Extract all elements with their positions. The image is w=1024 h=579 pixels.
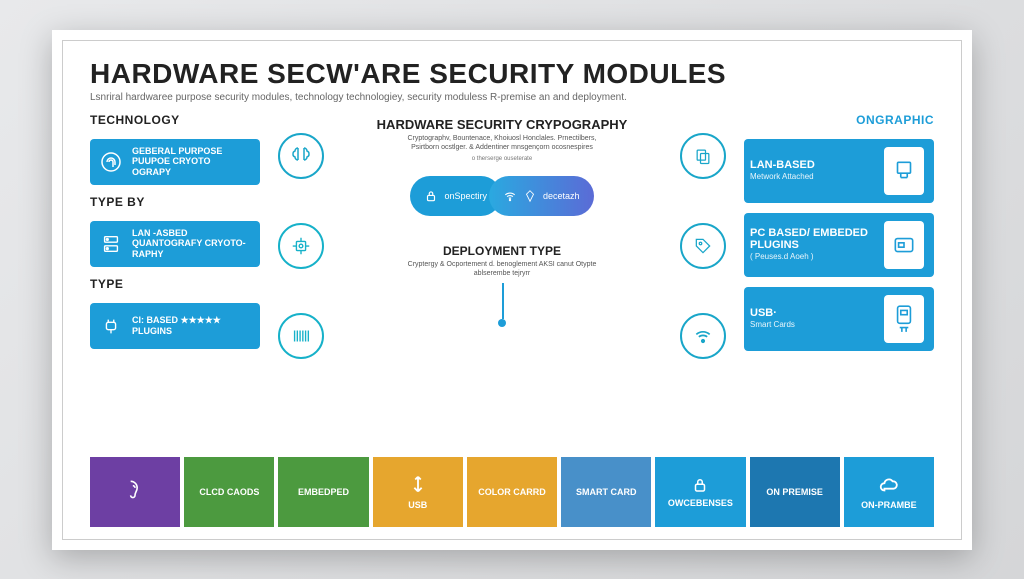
left-nodes — [278, 133, 324, 443]
right-sub-1: ( Peuses.d Aoeh ) — [750, 253, 874, 262]
right-sub-2: Smart Cards — [750, 321, 874, 330]
center-heading: HARDWARE SECURITY CRYPOGRAPHY — [377, 117, 628, 132]
tile-label-4: COLOR CARRD — [478, 487, 546, 497]
center-column: HARDWARE SECURITY CRYPOGRAPHY Cryptograp… — [342, 113, 662, 443]
pill-left: onSpectiry — [410, 176, 501, 216]
connector-vertical — [502, 283, 504, 319]
right-box-usb: USB· Smart Cards — [744, 287, 934, 351]
right-title-1: PC BASED/ EMBEDED PLUGINS — [750, 227, 868, 251]
fingerprint-icon — [98, 149, 124, 175]
center-top: HARDWARE SECURITY CRYPOGRAPHY Cryptograp… — [377, 117, 628, 162]
node-copy-icon — [680, 133, 726, 179]
ear-icon — [122, 477, 148, 503]
left-label-1: TYPE BY — [90, 195, 260, 209]
node-signal-icon — [680, 313, 726, 359]
tile-8: ON-PRAMBE — [844, 457, 934, 527]
tile-2: EMBEDPED — [278, 457, 368, 527]
server-icon — [98, 231, 124, 257]
tile-label-8: ON-PRAMBE — [861, 500, 917, 510]
pill-left-text: onSpectiry — [444, 191, 487, 201]
bottom-row: CLCD CAODS EMBEDPED USB COLOR CARRD SMAR… — [90, 457, 934, 527]
tile-7: ON PREMISE — [750, 457, 840, 527]
padlock-icon — [691, 476, 709, 494]
tile-3: USB — [373, 457, 463, 527]
pill-row: onSpectiry decetazh — [410, 176, 593, 216]
deploy-heading: DEPLOYMENT TYPE — [443, 244, 561, 258]
tile-label-5: SMART CARD — [576, 487, 637, 497]
tile-label-1: CLCD CAODS — [199, 487, 259, 497]
left-label-2: TYPE — [90, 277, 260, 291]
wifi-icon — [503, 189, 517, 203]
left-column: TECHNOLOGY GEBERAL PURPOSE PUUPOE CRYOTO… — [90, 113, 260, 443]
tile-0 — [90, 457, 180, 527]
left-box-technology: GEBERAL PURPOSE PUUPOE CRYOTO OGRAPY — [90, 139, 260, 185]
right-title-0: LAN-BASED — [750, 159, 815, 171]
right-title-2: USB· — [750, 307, 777, 319]
lock-icon — [424, 189, 438, 203]
usb-icon — [407, 474, 429, 496]
node-chip-icon — [278, 223, 324, 269]
right-nodes — [680, 133, 726, 443]
tile-label-6: OWCEBENSES — [668, 498, 733, 508]
subtitle: Lsnriral hardwaree purpose security modu… — [90, 92, 934, 103]
node-barcode-icon — [278, 313, 324, 359]
tile-label-3: USB — [408, 500, 427, 510]
card-icon — [884, 221, 924, 269]
node-brain-icon — [278, 133, 324, 179]
center-desc: Cryptographv, Bountenace, Khoiuosl Honcl… — [397, 134, 607, 152]
poster-frame: HARDWARE SECW'ARE SECURITY MODULES Lsnri… — [52, 30, 972, 550]
right-box-lan: LAN-BASED Metwork Attached — [744, 139, 934, 203]
pill-right: decetazh — [489, 176, 594, 216]
tile-1: CLCD CAODS — [184, 457, 274, 527]
usb-card-icon — [884, 295, 924, 343]
right-label: ONGRAPHIC — [744, 113, 934, 127]
left-box-type: CI: BASED ★★★★★ PLUGINS — [90, 303, 260, 349]
main-title: HARDWARE SECW'ARE SECURITY MODULES — [90, 58, 934, 90]
tile-5: SMART CARD — [561, 457, 651, 527]
tile-label-7: ON PREMISE — [766, 487, 823, 497]
left-box-typeby: LAN -ASBED QUANTOGRAFY CRYOTO-RAPHY — [90, 221, 260, 267]
tile-4: COLOR CARRD — [467, 457, 557, 527]
pill-right-text: decetazh — [543, 191, 580, 201]
center-note: o therserge ouseterate — [377, 156, 628, 162]
right-box-pc: PC BASED/ EMBEDED PLUGINS ( Peuses.d Aoe… — [744, 213, 934, 277]
tile-label-2: EMBEDPED — [298, 487, 349, 497]
deploy-desc: Cryptergy & Ocportement d. benoglement A… — [392, 260, 612, 278]
ethernet-icon — [884, 147, 924, 195]
node-tag-icon — [680, 223, 726, 269]
diamond-icon — [523, 189, 537, 203]
right-column: ONGRAPHIC LAN-BASED Metwork Attached PC … — [744, 113, 934, 443]
diagram-grid: TECHNOLOGY GEBERAL PURPOSE PUUPOE CRYOTO… — [90, 113, 934, 443]
connector-dot — [498, 319, 506, 327]
tile-6: OWCEBENSES — [655, 457, 745, 527]
left-text-2: CI: BASED ★★★★★ PLUGINS — [132, 315, 252, 336]
right-sub-0: Metwork Attached — [750, 173, 874, 182]
plug-icon — [98, 313, 124, 339]
left-text-1: LAN -ASBED QUANTOGRAFY CRYOTO-RAPHY — [132, 228, 252, 259]
cloud-icon — [878, 474, 900, 496]
left-label-0: TECHNOLOGY — [90, 113, 260, 127]
left-text-0: GEBERAL PURPOSE PUUPOE CRYOTO OGRAPY — [132, 146, 252, 177]
